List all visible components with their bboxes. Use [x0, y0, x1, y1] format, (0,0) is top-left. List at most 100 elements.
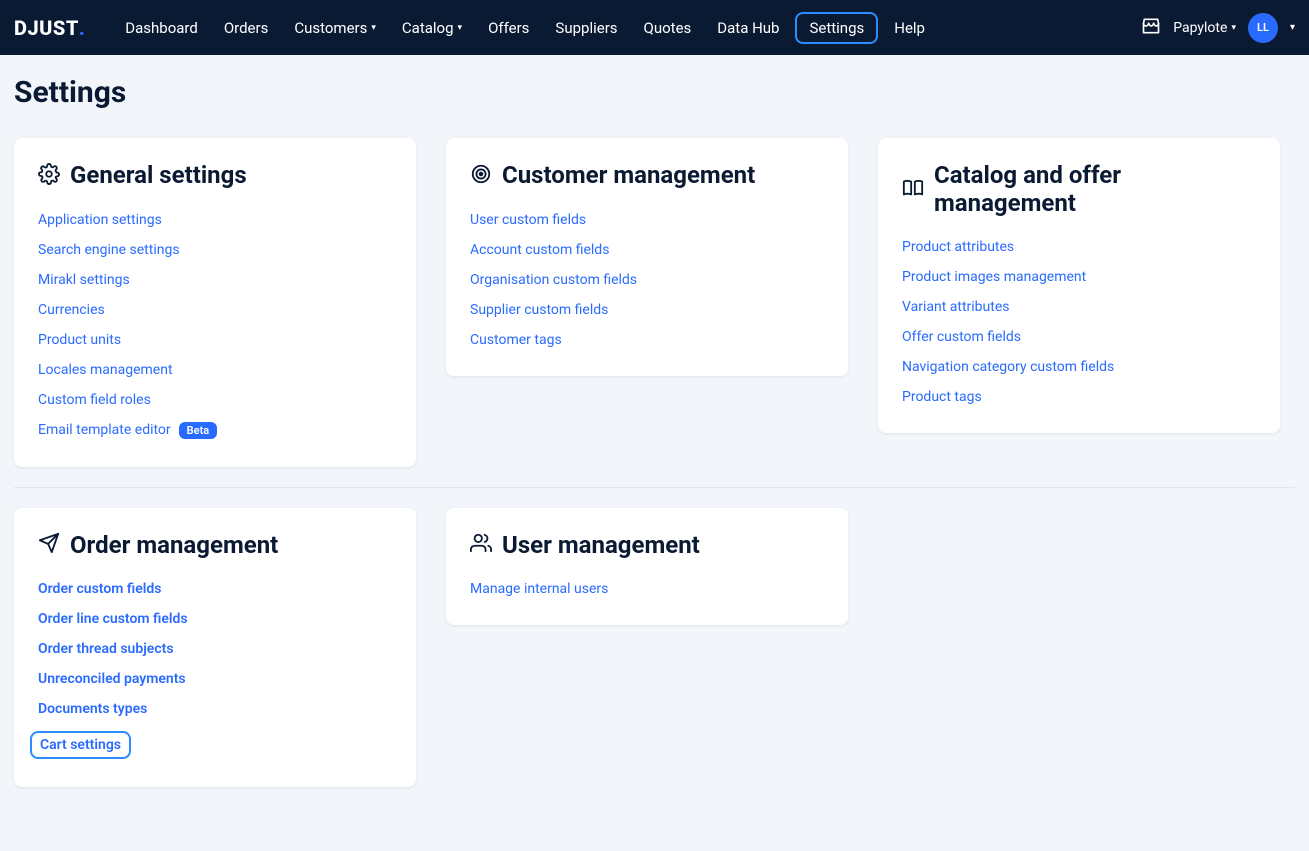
link-search-engine-settings[interactable]: Search engine settings: [38, 242, 180, 258]
nav-label: Catalog: [402, 19, 454, 37]
link-offer-custom-fields[interactable]: Offer custom fields: [902, 329, 1021, 345]
link-order-thread-subjects[interactable]: Order thread subjects: [38, 641, 174, 657]
link-label: Documents types: [38, 701, 147, 717]
nav-item-quotes[interactable]: Quotes: [634, 13, 702, 43]
nav-item-data-hub[interactable]: Data Hub: [707, 13, 789, 43]
link-label: Product tags: [902, 389, 982, 405]
link-order-custom-fields[interactable]: Order custom fields: [38, 581, 162, 597]
card-customer-management: Customer management User custom fields Ac…: [446, 138, 848, 376]
link-application-settings[interactable]: Application settings: [38, 212, 162, 228]
cards-row-2: Order management Order custom fieldsOrde…: [14, 508, 1295, 788]
link-product-images-management[interactable]: Product images management: [902, 269, 1086, 285]
card-title: Catalog and offer management: [934, 162, 1256, 217]
nav-right: Papylote ▾ LL ▾: [1141, 13, 1295, 43]
nav-item-help[interactable]: Help: [884, 13, 935, 43]
link-label: User custom fields: [470, 212, 586, 228]
link-label: Currencies: [38, 302, 105, 318]
nav-items: Dashboard OrdersCustomers▾ Catalog ▾ Offers S…: [115, 12, 1141, 44]
card-links: User custom fields Account custom fields O…: [470, 212, 824, 348]
link-manage-internal-users[interactable]: Manage internal users: [470, 581, 608, 597]
link-label: Product images management: [902, 269, 1086, 285]
link-label: Navigation category custom fields: [902, 359, 1114, 375]
nav-label: Dashboard: [125, 19, 198, 37]
nav-label: Customers: [294, 19, 367, 37]
link-label: Supplier custom fields: [470, 302, 608, 318]
nav-label: Data Hub: [717, 19, 779, 37]
link-supplier-custom-fields[interactable]: Supplier custom fields: [470, 302, 608, 318]
link-organisation-custom-fields[interactable]: Organisation custom fields: [470, 272, 637, 288]
link-mirakl-settings[interactable]: Mirakl settings: [38, 272, 130, 288]
nav-label: Settings: [809, 19, 864, 37]
avatar[interactable]: LL: [1248, 13, 1278, 43]
target-icon: [470, 163, 492, 189]
nav-item-dashboard[interactable]: Dashboard: [115, 13, 208, 43]
chevron-down-icon: ▾: [1231, 23, 1236, 33]
nav-item-catalog[interactable]: Catalog ▾: [392, 13, 472, 43]
card-title: Order management: [70, 532, 278, 560]
card-links: Manage internal users: [470, 581, 824, 597]
link-currencies[interactable]: Currencies: [38, 302, 105, 318]
link-label: Customer tags: [470, 332, 562, 348]
link-documents-types[interactable]: Documents types: [38, 701, 147, 717]
users-icon: [470, 532, 492, 558]
link-custom-field-roles[interactable]: Custom field roles: [38, 392, 151, 408]
card-order-management: Order management Order custom fieldsOrde…: [14, 508, 416, 788]
divider: [14, 487, 1295, 488]
send-icon: [38, 532, 60, 558]
card-links: Order custom fields Order line custom fie…: [38, 581, 392, 759]
card-header: Order management: [38, 532, 392, 560]
link-order-line-custom-fields[interactable]: Order line custom fields: [38, 611, 188, 627]
link-variant-attributes[interactable]: Variant attributes: [902, 299, 1010, 315]
link-email-template-editor[interactable]: Email template editor Beta: [38, 422, 217, 439]
link-locales-management[interactable]: Locales management: [38, 362, 173, 378]
gear-icon: [38, 163, 60, 189]
card-links: Application settings Search engine settin…: [38, 212, 392, 439]
link-unreconciled-payments[interactable]: Unreconciled payments: [38, 671, 186, 687]
link-label: Manage internal users: [470, 581, 608, 597]
nav-item-orders[interactable]: Orders: [214, 13, 279, 43]
nav-label: Quotes: [644, 19, 692, 37]
nav-item-settings[interactable]: Settings: [795, 12, 878, 44]
store-icon[interactable]: [1141, 16, 1161, 40]
card-catalog-offer-management: Catalog and offer management Product att…: [878, 138, 1280, 433]
nav-item-suppliers[interactable]: Suppliers: [545, 13, 627, 43]
link-product-attributes[interactable]: Product attributes: [902, 239, 1014, 255]
brand-dot: .: [79, 16, 85, 40]
nav-label: Offers: [488, 19, 529, 37]
link-label: Cart settings: [40, 737, 121, 753]
nav-item-customers[interactable]: Customers▾: [284, 13, 386, 43]
link-label: Order line custom fields: [38, 611, 188, 627]
link-cart-settings[interactable]: Cart settings: [30, 731, 131, 759]
link-label: Locales management: [38, 362, 173, 378]
card-title: General settings: [70, 162, 247, 190]
link-product-tags[interactable]: Product tags: [902, 389, 982, 405]
chevron-down-icon: ▾: [458, 23, 463, 33]
link-label: Product units: [38, 332, 121, 348]
page-title: Settings: [14, 75, 1295, 110]
card-header: Customer management: [470, 162, 824, 190]
link-label: Application settings: [38, 212, 162, 228]
link-navigation-category-custom-fields[interactable]: Navigation category custom fields: [902, 359, 1114, 375]
link-label: Custom field roles: [38, 392, 151, 408]
card-links: Product attributes Product images managem…: [902, 239, 1256, 405]
link-label: Variant attributes: [902, 299, 1010, 315]
nav-label: Help: [894, 19, 925, 37]
link-user-custom-fields[interactable]: User custom fields: [470, 212, 586, 228]
user-menu-caret[interactable]: ▾: [1290, 22, 1295, 33]
org-switcher[interactable]: Papylote ▾: [1173, 20, 1236, 36]
badge-beta: Beta: [179, 422, 218, 439]
link-customer-tags[interactable]: Customer tags: [470, 332, 562, 348]
link-label: Product attributes: [902, 239, 1014, 255]
link-account-custom-fields[interactable]: Account custom fields: [470, 242, 609, 258]
link-label: Mirakl settings: [38, 272, 130, 288]
card-user-management: User management Manage internal users: [446, 508, 848, 626]
nav-item-offers[interactable]: Offers: [478, 13, 539, 43]
link-label: Organisation custom fields: [470, 272, 637, 288]
link-label: Email template editor: [38, 422, 171, 438]
org-name: Papylote: [1173, 20, 1227, 36]
link-product-units[interactable]: Product units: [38, 332, 121, 348]
link-label: Unreconciled payments: [38, 671, 186, 687]
link-label: Offer custom fields: [902, 329, 1021, 345]
link-label: Search engine settings: [38, 242, 180, 258]
nav-label: Suppliers: [555, 19, 617, 37]
